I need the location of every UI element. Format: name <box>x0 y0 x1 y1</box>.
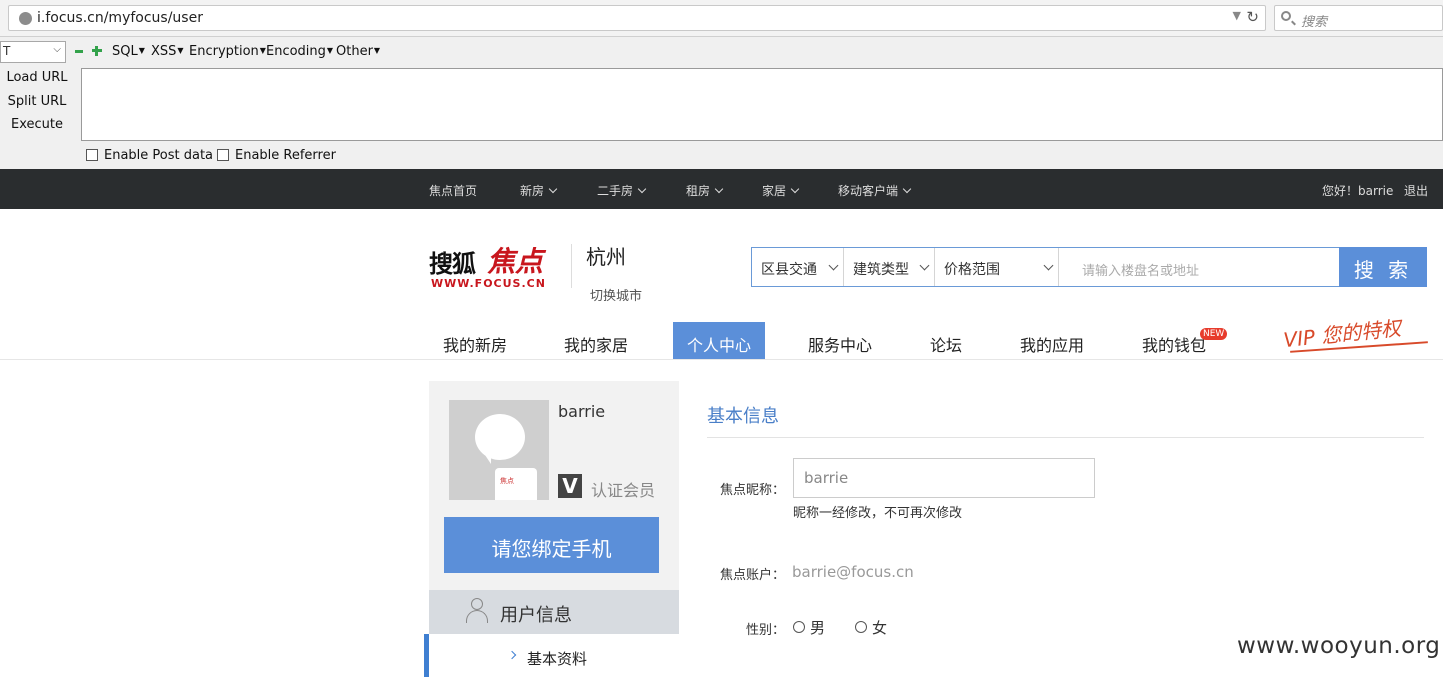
verified-label: 认证会员 <box>591 481 656 500</box>
mainnav-my-apps[interactable]: 我的应用 <box>1020 322 1084 359</box>
topnav-rent[interactable]: 租房 <box>686 182 724 199</box>
topnav-new-house[interactable]: 新房 <box>520 182 558 199</box>
mainnav-service-center[interactable]: 服务中心 <box>808 322 872 359</box>
gender-male-radio[interactable]: 男 <box>793 617 825 638</box>
search-placeholder: 搜索 <box>1301 15 1328 30</box>
divider <box>571 244 572 288</box>
execute-button[interactable]: Execute <box>0 117 74 132</box>
site-top-nav: 焦点首页 新房 二手房 租房 家居 移动客户端 您好！barrie 退出 <box>0 169 1443 209</box>
logo-brand: 焦点 <box>487 245 544 278</box>
hackbar: T ⌵ SQL▼ XSS▼ Encryption▼ Encoding▼ Othe… <box>0 37 1443 169</box>
chevron-down-icon <box>902 184 912 194</box>
avatar-logo-mark: 焦点 <box>500 477 514 485</box>
browser-search-input[interactable]: 搜索 <box>1274 5 1443 31</box>
topnav-greeting[interactable]: 您好！barrie <box>1322 182 1393 199</box>
house-search-input[interactable]: 请输入楼盘名或地址 <box>1059 248 1339 286</box>
nickname-hint: 昵称一经修改，不可再次修改 <box>793 506 963 521</box>
topnav-logout[interactable]: 退出 <box>1404 182 1428 199</box>
site-logo[interactable]: 搜狐 焦点 WWW.FOCUS.CN <box>429 240 553 292</box>
new-badge: NEW <box>1200 328 1228 340</box>
hackbar-select[interactable]: T ⌵ <box>0 41 66 63</box>
mainnav-my-home-decor[interactable]: 我的家居 <box>564 322 628 359</box>
hackbar-url-textarea[interactable] <box>81 68 1443 141</box>
verified-icon: V <box>558 474 582 498</box>
menu-other[interactable]: Other▼ <box>336 44 380 59</box>
enable-referrer-checkbox[interactable]: Enable Referrer <box>217 148 336 163</box>
search-icon <box>1281 11 1291 21</box>
gender-label: 性别： <box>745 623 785 638</box>
address-bar[interactable]: i.focus.cn/myfocus/user ▼ ↻ <box>8 5 1266 31</box>
avatar[interactable]: 焦点 <box>449 400 549 500</box>
chevron-down-icon <box>637 184 647 194</box>
load-url-button[interactable]: Load URL <box>0 70 74 85</box>
mainnav-personal-center[interactable]: 个人中心 <box>673 322 765 359</box>
menu-xss[interactable]: XSS▼ <box>151 44 184 59</box>
divider <box>0 359 1443 360</box>
current-city: 杭州 <box>586 245 626 269</box>
globe-icon <box>19 12 32 25</box>
username: barrie <box>558 402 606 421</box>
divider <box>707 437 1424 438</box>
filter-district-select[interactable]: 区县交通 <box>752 248 844 286</box>
reload-icon[interactable]: ↻ <box>1246 8 1259 26</box>
active-indicator <box>424 634 429 677</box>
browser-toolbar: i.focus.cn/myfocus/user ▼ ↻ 搜索 <box>0 0 1443 37</box>
sidebar-item-label[interactable]: 基本资料 <box>527 648 587 669</box>
chevron-down-icon <box>919 260 930 271</box>
watermark: www.wooyun.org <box>1237 633 1441 659</box>
minus-icon[interactable] <box>75 50 83 53</box>
mainnav-forum[interactable]: 论坛 <box>930 322 962 359</box>
mainnav-my-wallet[interactable]: 我的钱包 <box>1142 322 1206 359</box>
mainnav-my-new-house[interactable]: 我的新房 <box>443 322 507 359</box>
address-url[interactable]: i.focus.cn/myfocus/user <box>37 10 203 26</box>
logo-url: WWW.FOCUS.CN <box>431 277 546 290</box>
dropdown-arrow-icon[interactable]: ▼ <box>1233 9 1241 22</box>
chevron-down-icon <box>828 260 839 271</box>
chevron-down-icon <box>1043 260 1054 271</box>
chevron-down-icon <box>790 184 800 194</box>
split-url-button[interactable]: Split URL <box>0 94 74 109</box>
plus-icon[interactable] <box>92 46 102 56</box>
filter-building-type-select[interactable]: 建筑类型 <box>844 248 935 286</box>
filter-price-select[interactable]: 价格范围 <box>935 248 1059 286</box>
nickname-input[interactable]: barrie <box>793 458 1095 498</box>
chevron-down-icon <box>548 184 558 194</box>
account-value: barrie@focus.cn <box>792 563 914 581</box>
logo-text: 搜狐 <box>429 250 476 278</box>
user-icon <box>466 598 488 624</box>
menu-sql[interactable]: SQL▼ <box>112 44 145 59</box>
nickname-label: 焦点昵称： <box>719 483 785 498</box>
bind-phone-button[interactable]: 请您绑定手机 <box>444 517 659 573</box>
house-search-bar: 区县交通 建筑类型 价格范围 请输入楼盘名或地址 搜 索 <box>751 247 1427 287</box>
hackbar-select-value: T <box>3 44 11 58</box>
enable-post-data-checkbox[interactable]: Enable Post data <box>86 148 213 163</box>
chevron-down-icon <box>714 184 724 194</box>
switch-city-link[interactable]: 切换城市 <box>590 285 642 304</box>
topnav-second-hand[interactable]: 二手房 <box>597 182 647 199</box>
user-info-label: 用户信息 <box>500 605 572 626</box>
gender-female-radio[interactable]: 女 <box>855 617 887 638</box>
menu-encoding[interactable]: Encoding▼ <box>266 44 333 59</box>
search-button[interactable]: 搜 索 <box>1339 247 1427 287</box>
account-label: 焦点账户： <box>719 568 785 583</box>
topnav-home-decor[interactable]: 家居 <box>762 182 800 199</box>
menu-encryption[interactable]: Encryption▼ <box>189 44 266 59</box>
topnav-mobile-client[interactable]: 移动客户端 <box>838 182 912 199</box>
topnav-home[interactable]: 焦点首页 <box>429 182 477 199</box>
chevron-down-icon: ⌵ <box>53 44 61 55</box>
section-title: 基本信息 <box>707 406 779 427</box>
